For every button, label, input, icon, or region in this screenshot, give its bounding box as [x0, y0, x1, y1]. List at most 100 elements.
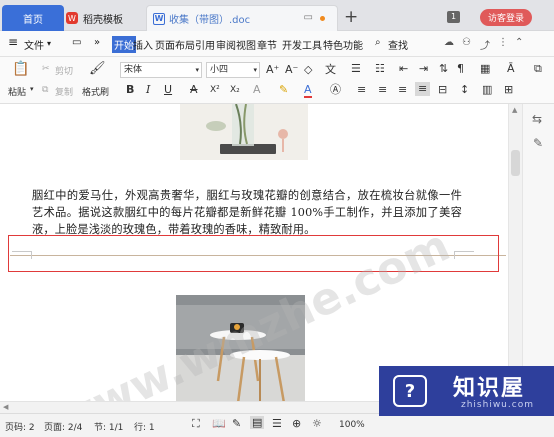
- menu-chapter[interactable]: 章节: [257, 37, 277, 52]
- status-page-count[interactable]: 页面: 2/4: [44, 420, 82, 433]
- vertical-scroll-thumb[interactable]: [511, 150, 520, 176]
- new-style-icon[interactable]: ⧉: [534, 63, 542, 75]
- tab-home-label: 首页: [23, 14, 43, 26]
- superscript-icon[interactable]: X²: [210, 84, 220, 96]
- copy-button[interactable]: 复制: [55, 85, 73, 98]
- table-icon[interactable]: ▦: [480, 63, 490, 75]
- menu-insert[interactable]: 插入: [133, 37, 153, 52]
- reading-mode-icon[interactable]: 📖: [212, 417, 226, 430]
- paste-icon[interactable]: 📋: [12, 62, 29, 76]
- zoom-level[interactable]: 100%: [339, 420, 365, 430]
- chevron-up-icon[interactable]: ⌃: [515, 37, 523, 48]
- bold-button[interactable]: B: [126, 84, 134, 96]
- align-left-icon[interactable]: ≡: [357, 84, 366, 96]
- italic-button[interactable]: I: [146, 84, 150, 96]
- style-icon[interactable]: Ā: [507, 63, 515, 75]
- tab-document-label: 收集（带图）.doc: [169, 15, 251, 26]
- pinyin-icon[interactable]: 文: [325, 64, 336, 76]
- highlight-icon[interactable]: ✎: [279, 84, 288, 96]
- align-right-icon[interactable]: ≡: [398, 84, 407, 96]
- folder-icon[interactable]: ▭: [72, 37, 81, 48]
- format-painter-icon[interactable]: 🖌: [89, 62, 106, 75]
- decrease-indent-icon[interactable]: ⇤: [399, 63, 408, 75]
- border-icon[interactable]: ⊞: [504, 84, 513, 96]
- shading-icon[interactable]: ▥: [482, 84, 492, 96]
- line-spacing-icon[interactable]: ↕: [460, 84, 469, 96]
- increase-indent-icon[interactable]: ⇥: [419, 63, 428, 75]
- menu-devtools[interactable]: 开发工具: [282, 37, 322, 52]
- search-icon[interactable]: ⌕: [375, 37, 381, 48]
- justify-icon[interactable]: ≡: [415, 82, 431, 96]
- web-view-icon[interactable]: ⊕: [292, 417, 301, 430]
- menu-ref[interactable]: 引用: [195, 37, 215, 52]
- tab-home[interactable]: 首页: [2, 5, 64, 31]
- wps-logo-icon: W: [66, 12, 78, 24]
- subscript-icon[interactable]: X₂: [230, 84, 240, 96]
- share-icon[interactable]: ⤴: [480, 37, 490, 52]
- page-view-icon[interactable]: ▤: [250, 416, 265, 429]
- chevron-down-icon: ▾: [253, 66, 257, 74]
- numbered-list-icon[interactable]: ☷: [375, 63, 385, 75]
- vertical-scrollbar[interactable]: ▲: [508, 104, 522, 401]
- font-name-select[interactable]: 宋体 ▾: [120, 62, 202, 78]
- font-size-select[interactable]: 小四 ▾: [206, 62, 260, 78]
- font-color-icon[interactable]: A: [304, 84, 312, 98]
- underline-button[interactable]: U: [164, 84, 172, 96]
- cut-icon: ✂: [42, 64, 50, 74]
- vase-image: [180, 104, 308, 160]
- char-border-icon[interactable]: Ⓐ: [330, 84, 341, 96]
- menu-search[interactable]: 查找: [388, 37, 408, 52]
- body-paragraph[interactable]: 胭红中的爱马仕，外观高贵奢华，胭红与玫瑰花瓣的创意结合，放在梳妆台就像一件艺术品…: [32, 187, 462, 238]
- scroll-up-icon[interactable]: ▲: [512, 106, 517, 114]
- menu-bar: ≡ 文件 ▾ ▭ » 开始 插入 页面布局 引用 审阅 视图 章节 开发工具 特…: [0, 31, 554, 57]
- text-effect-icon[interactable]: A: [253, 84, 261, 96]
- status-line: 行: 1: [134, 423, 155, 433]
- menu-layout[interactable]: 页面布局: [155, 37, 195, 52]
- menu-view[interactable]: 视图: [236, 37, 256, 52]
- outline-view-icon[interactable]: ☰: [272, 417, 282, 430]
- strikethrough-button[interactable]: A: [190, 84, 198, 96]
- side-panel-toggle-icon[interactable]: ⇆: [532, 112, 542, 126]
- collab-icon[interactable]: ⚇: [462, 37, 471, 48]
- scroll-left-icon[interactable]: ◀: [3, 403, 8, 411]
- copy-icon: ⧉: [42, 85, 49, 95]
- distributed-icon[interactable]: ⊟: [438, 84, 447, 96]
- monitor-icon[interactable]: ▭: [304, 12, 313, 23]
- format-painter-button[interactable]: 格式刷: [82, 85, 109, 98]
- shrink-font-icon[interactable]: A⁻: [285, 64, 298, 76]
- pen-icon[interactable]: ✎: [533, 136, 543, 150]
- document-page[interactable]: 胭红中的爱马仕，外观高贵奢华，胭红与玫瑰花瓣的创意结合，放在梳妆台就像一件艺术品…: [0, 104, 508, 401]
- menu-review[interactable]: 审阅: [216, 37, 236, 52]
- hamburger-icon[interactable]: ≡: [8, 35, 18, 49]
- fullscreen-icon[interactable]: ⛶: [192, 417, 200, 431]
- brand-logo-icon: ?: [393, 375, 427, 407]
- menu-file[interactable]: 文件: [24, 37, 44, 52]
- clear-format-icon[interactable]: ◇: [304, 64, 312, 76]
- status-section: 节: 1/1: [94, 423, 124, 433]
- ribbon-toolbar: 📋 粘贴 ▾ ✂ 剪切 ⧉ 复制 🖌 格式刷 宋体 ▾ 小四 ▾ A⁺ A⁻ ◇ 文…: [0, 57, 554, 104]
- write-mode-icon[interactable]: ✎: [232, 417, 241, 430]
- tab-template-label: 稻壳模板: [83, 14, 123, 26]
- chevron-down-icon[interactable]: ▾: [47, 39, 51, 48]
- more-arrows-icon[interactable]: »: [94, 37, 100, 48]
- word-doc-icon: W: [153, 12, 165, 25]
- tab-document[interactable]: W 收集（带图）.doc ▭: [146, 5, 338, 31]
- new-tab-button[interactable]: +: [344, 7, 358, 27]
- eye-protection-icon[interactable]: ☼: [312, 417, 322, 430]
- guest-login-button[interactable]: 访客登录: [480, 9, 532, 26]
- align-center-icon[interactable]: ≡: [378, 84, 387, 96]
- bullet-list-icon[interactable]: ☰: [351, 63, 361, 75]
- paste-button[interactable]: 粘贴: [8, 85, 26, 98]
- show-marks-icon[interactable]: ¶: [457, 63, 464, 75]
- more-icon[interactable]: ⋮: [498, 37, 508, 48]
- grow-font-icon[interactable]: A⁺: [266, 64, 279, 76]
- cloud-icon[interactable]: ☁: [444, 37, 454, 48]
- window-count-badge[interactable]: 1: [447, 11, 460, 23]
- guest-login-label: 访客登录: [487, 14, 524, 24]
- font-size-value: 小四: [210, 65, 229, 75]
- tab-template[interactable]: W 稻壳模板: [62, 5, 140, 31]
- sort-icon[interactable]: ⇅: [439, 63, 448, 75]
- paste-dropdown-icon[interactable]: ▾: [30, 85, 34, 93]
- menu-special[interactable]: 特色功能: [323, 37, 363, 52]
- cut-button[interactable]: 剪切: [55, 64, 73, 77]
